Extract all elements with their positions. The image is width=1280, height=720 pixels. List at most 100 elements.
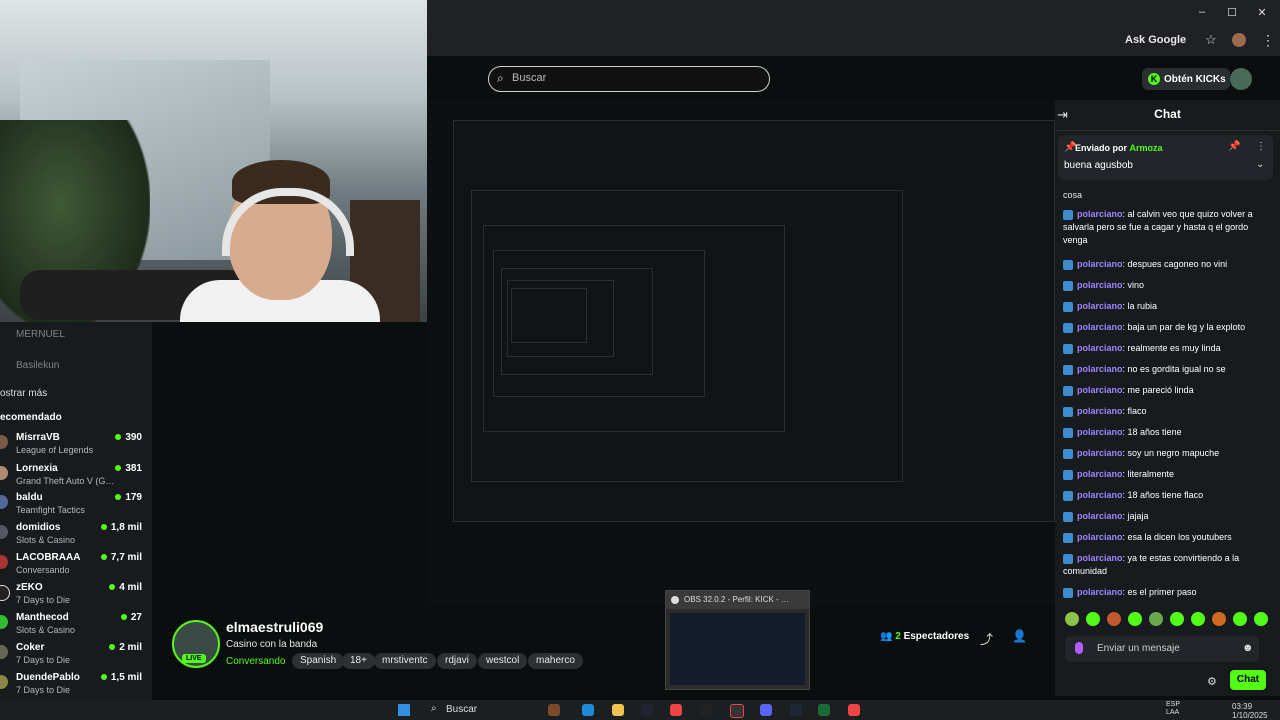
sidebar-item-manthecod[interactable]: Manthecod Slots & Casino 27 — [0, 612, 152, 642]
emote-icon[interactable] — [1128, 612, 1142, 626]
subscriber-badge-icon — [1063, 385, 1073, 396]
close-button[interactable]: ✕ — [1247, 6, 1277, 19]
chat-settings-icon[interactable]: ⚙ — [1207, 675, 1217, 688]
sidebar-item-zeko[interactable]: zEKO 7 Days to Die 4 mil — [0, 582, 152, 612]
obs-icon[interactable] — [730, 704, 744, 718]
clock[interactable]: 03:39 1/10/2025 — [1232, 702, 1268, 720]
epic-games-icon[interactable] — [700, 704, 712, 716]
chat-message[interactable]: polarciano: 18 años tiene flaco — [1063, 489, 1275, 502]
chat-message[interactable]: polarciano: la rubia — [1063, 300, 1275, 313]
emote-icon[interactable] — [1065, 612, 1079, 626]
chat-message[interactable]: polarciano: soy un negro mapuche — [1063, 447, 1275, 460]
chat-message[interactable]: polarciano: despues cagoneo no vini — [1063, 258, 1275, 271]
chat-message[interactable]: polarciano: me pareció linda — [1063, 384, 1275, 397]
sidebar-followed-2[interactable]: Basilekun — [16, 360, 59, 371]
tag-spanish[interactable]: Spanish — [292, 653, 345, 669]
chat-send-button[interactable]: Chat — [1230, 670, 1266, 690]
tag-maherco[interactable]: maherco — [528, 653, 583, 669]
chat-message[interactable]: polarciano: baja un par de kg y la explo… — [1063, 321, 1275, 334]
live-dot-icon — [115, 434, 122, 441]
emote-icon[interactable] — [1191, 612, 1205, 626]
sidebar-item-coker[interactable]: Coker 7 Days to Die 2 mil — [0, 642, 152, 672]
emote-icon[interactable] — [1170, 612, 1184, 626]
chat-message[interactable]: polarciano: 18 años tiene — [1063, 426, 1275, 439]
more-options-icon[interactable]: ⋮ — [1256, 141, 1266, 152]
sidebar-item-viewers: 179 — [115, 492, 142, 503]
windows-start-icon[interactable] — [398, 704, 410, 716]
share-icon[interactable]: ⤴ — [980, 629, 993, 648]
chrome-icon[interactable] — [670, 704, 682, 716]
chat-message[interactable]: polarciano: ya te estas convirtiendo a l… — [1063, 552, 1275, 578]
taskbar-search-icon[interactable]: ⌕ — [431, 703, 437, 714]
sidebar-item-viewers: 27 — [120, 612, 142, 623]
steam-icon[interactable] — [641, 704, 653, 716]
edge-icon[interactable] — [582, 704, 594, 716]
chat-message-input[interactable]: Enviar un mensaje ☻ — [1065, 636, 1259, 662]
stream-video-player[interactable] — [427, 100, 1055, 605]
chat-message[interactable]: polarciano: literalmente — [1063, 468, 1275, 481]
sidebar-item-category: 7 Days to Die — [16, 685, 71, 695]
browser-menu-icon[interactable]: ⋮ — [1261, 32, 1275, 49]
sidebar-item-name: Lornexia — [16, 463, 58, 474]
chevron-down-icon[interactable]: ⌄ — [1256, 159, 1264, 170]
chat-message[interactable]: polarciano: vino — [1063, 279, 1275, 292]
sidebar-item-lornexia[interactable]: Lornexia Grand Theft Auto V (G… 381 — [0, 463, 152, 493]
emote-icon[interactable] — [1233, 612, 1247, 626]
chat-message[interactable]: polarciano: esa la dicen los youtubers — [1063, 531, 1275, 544]
steam-icon[interactable] — [790, 704, 802, 716]
chat-message[interactable]: polarciano: jajaja — [1063, 510, 1275, 523]
sidebar-item-duendepablo[interactable]: DuendePablo 7 Days to Die 1,5 mil — [0, 672, 152, 702]
sidebar-item-lacobraaa[interactable]: LACOBRAAA Conversando 7,7 mil — [0, 552, 152, 582]
browser-chrome: – ☐ ✕ Ask Google ☆ ⋮ ⌕ Buscar K Obtén KIC… — [427, 0, 1280, 100]
pinned-message[interactable]: 📌 Enviado por Armoza buena agusbob 📌 ⋮ ⌄ — [1058, 135, 1273, 180]
tag-rdjavi[interactable]: rdjavi — [437, 653, 477, 669]
sidebar-followed-1[interactable]: MERNUEL — [16, 329, 65, 340]
subscriber-badge-icon — [1063, 406, 1073, 417]
streamer-name[interactable]: elmaestruli069 — [226, 619, 323, 635]
keyboard-language[interactable]: ESP LAA — [1166, 701, 1180, 717]
emoji-picker-icon[interactable]: ☻ — [1242, 642, 1254, 654]
webcam-video — [0, 0, 427, 322]
unpin-icon[interactable]: 📌 — [1228, 141, 1240, 152]
emote-icon[interactable] — [1254, 612, 1268, 626]
get-kicks-button[interactable]: K Obtén KICKs — [1142, 68, 1230, 90]
obs-taskbar-preview[interactable]: OBS 32.0.2 - Perfil: KICK - … — [665, 590, 810, 690]
chat-message[interactable]: polarciano: al calvin veo que quizo volv… — [1063, 208, 1275, 247]
show-more-link[interactable]: ostrar más — [0, 388, 47, 399]
sidebar-item-baldu[interactable]: baldu Teamfight Tactics 179 — [0, 492, 152, 522]
taskbar-search-label[interactable]: Buscar — [446, 704, 477, 715]
emote-icon[interactable] — [1212, 612, 1226, 626]
chat-message[interactable]: polarciano: no es gordita igual no se — [1063, 363, 1275, 376]
chrome-icon[interactable] — [848, 704, 860, 716]
minimize-button[interactable]: – — [1187, 6, 1217, 18]
user-avatar[interactable] — [1230, 68, 1252, 90]
chat-message[interactable]: polarciano: flaco — [1063, 405, 1275, 418]
ask-google-button[interactable]: Ask Google — [1125, 34, 1186, 46]
live-dot-icon — [120, 614, 127, 621]
sidebar-item-domidios[interactable]: domidios Slots & Casino 1,8 mil — [0, 522, 152, 552]
emote-icon[interactable] — [1149, 612, 1163, 626]
sidebar-item-misrravb[interactable]: MisrraVB League of Legends 390 — [0, 432, 152, 462]
chat-message[interactable]: polarciano: realmente es muy linda — [1063, 342, 1275, 355]
taskbar-app-icon[interactable] — [548, 704, 560, 716]
microphone-icon[interactable] — [1075, 642, 1083, 654]
emote-icon[interactable] — [1086, 612, 1100, 626]
stream-category[interactable]: Conversando — [226, 656, 285, 667]
tag-mrstiventc[interactable]: mrstiventc — [374, 653, 436, 669]
profile-avatar[interactable] — [1232, 33, 1246, 47]
emote-icon[interactable] — [1107, 612, 1121, 626]
bookmark-star-icon[interactable]: ☆ — [1205, 32, 1217, 48]
tag-westcol[interactable]: westcol — [478, 653, 528, 669]
sidebar-item-name: Manthecod — [16, 612, 69, 623]
chat-message[interactable]: polarciano: es el primer paso — [1063, 586, 1275, 599]
file-explorer-icon[interactable] — [612, 704, 624, 716]
sidebar-item-category: League of Legends — [16, 445, 94, 455]
maximize-button[interactable]: ☐ — [1217, 6, 1247, 19]
app-icon[interactable] — [818, 704, 830, 716]
subscriber-badge-icon — [1063, 532, 1073, 543]
tag-18plus[interactable]: 18+ — [342, 653, 375, 669]
follow-user-icon[interactable]: 👤 — [1012, 629, 1027, 643]
search-input[interactable]: ⌕ Buscar — [488, 66, 770, 92]
discord-icon[interactable] — [760, 704, 772, 716]
chat-title: Chat — [1154, 107, 1181, 121]
